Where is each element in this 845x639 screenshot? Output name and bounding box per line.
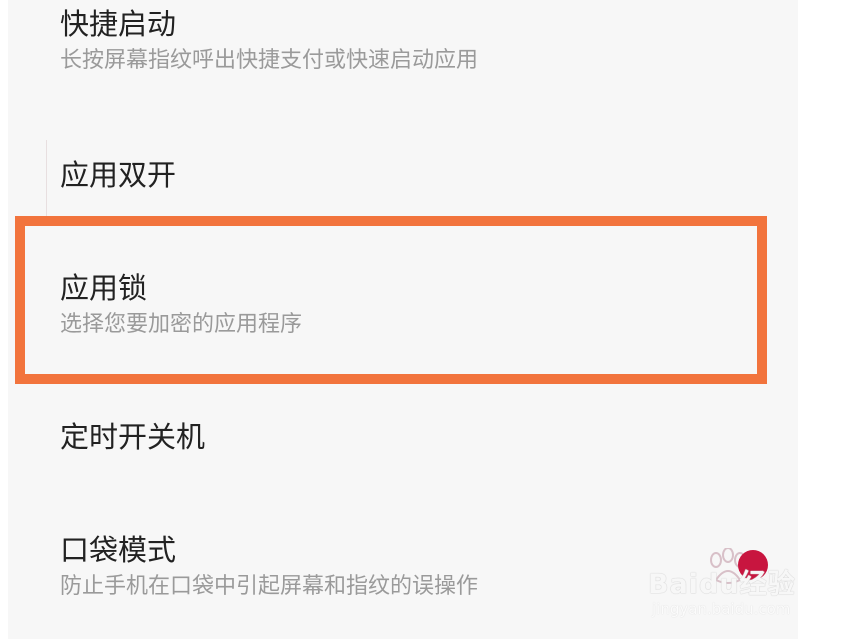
settings-item-title: 口袋模式 <box>60 533 177 567</box>
settings-item-subtitle: 选择您要加密的应用程序 <box>60 312 303 337</box>
settings-item-subtitle: 长按屏幕指纹呼出快捷支付或快速启动应用 <box>60 48 479 73</box>
settings-item-pocket-mode[interactable]: 口袋模式 防止手机在口袋中引起屏幕和指纹的误操作 <box>60 532 478 602</box>
settings-item-app-lock[interactable]: 应用锁 选择您要加密的应用程序 <box>60 270 302 340</box>
settings-screen: 快捷启动 长按屏幕指纹呼出快捷支付或快速启动应用 应用双开 应用锁 选择您要加密… <box>8 0 798 639</box>
watermark-brand: Baidu经验 <box>648 569 796 600</box>
settings-item-scheduled-power[interactable]: 定时开关机 <box>60 419 205 455</box>
settings-item-title: 应用锁 <box>60 271 148 305</box>
settings-item-title: 应用双开 <box>60 158 177 192</box>
watermark-url: jingyan.baidu.com <box>652 600 791 618</box>
settings-item-title: 快捷启动 <box>60 7 177 41</box>
settings-item-title: 定时开关机 <box>60 420 206 454</box>
settings-item-subtitle: 防止手机在口袋中引起屏幕和指纹的误操作 <box>60 574 479 599</box>
divider <box>46 140 47 218</box>
settings-item-quick-launch[interactable]: 快捷启动 长按屏幕指纹呼出快捷支付或快速启动应用 <box>60 6 478 76</box>
baidu-watermark: Baidu经验 jingyan.baidu.com <box>648 548 808 628</box>
settings-item-dual-apps[interactable]: 应用双开 <box>60 157 176 193</box>
